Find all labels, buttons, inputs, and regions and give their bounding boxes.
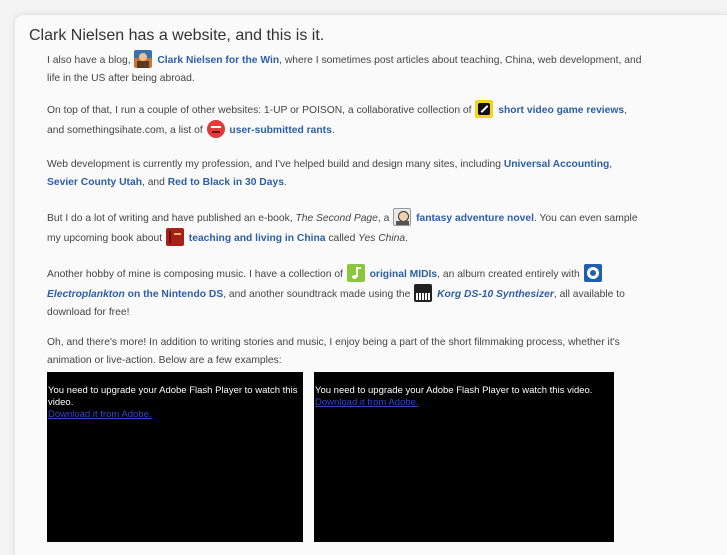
user-rants-link[interactable]: user-submitted rants bbox=[229, 125, 331, 136]
book-title-yes-china: Yes China bbox=[358, 233, 406, 244]
writing-paragraph: But I do a lot of writing and have publi… bbox=[47, 208, 642, 248]
blog-avatar-icon[interactable] bbox=[134, 50, 153, 68]
electroplankton-link[interactable]: Electroplankton on the Nintendo DS bbox=[47, 289, 223, 300]
sevier-county-link[interactable]: Sevier County Utah bbox=[47, 177, 142, 188]
teaching-china-link[interactable]: teaching and living in China bbox=[189, 233, 326, 244]
angry-face-icon[interactable] bbox=[206, 120, 225, 138]
portrait-icon[interactable] bbox=[393, 208, 412, 226]
web-development-paragraph: Web development is currently my professi… bbox=[47, 159, 613, 188]
keyboard-icon[interactable] bbox=[414, 284, 433, 302]
original-midis-link[interactable]: original MIDIs bbox=[370, 269, 438, 280]
filmmaking-paragraph: Oh, and there's more! In addition to wri… bbox=[47, 337, 620, 366]
korg-synthesizer-link[interactable]: Korg DS-10 Synthesizer bbox=[437, 289, 554, 300]
blog-paragraph: I also have a blog, Clark Nielsen for th… bbox=[47, 50, 642, 88]
universal-accounting-link[interactable]: Universal Accounting bbox=[504, 159, 609, 170]
red-to-black-link[interactable]: Red to Black in 30 Days bbox=[168, 177, 284, 188]
blog-link[interactable]: Clark Nielsen for the Win bbox=[157, 55, 279, 66]
music-paragraph: Another hobby of mine is composing music… bbox=[47, 264, 642, 322]
video-player-1[interactable]: You need to upgrade your Adobe Flash Pla… bbox=[47, 372, 303, 542]
flash-upgrade-message: You need to upgrade your Adobe Flash Pla… bbox=[48, 385, 298, 408]
video-player-2[interactable]: You need to upgrade your Adobe Flash Pla… bbox=[314, 372, 614, 542]
video-game-reviews-link[interactable]: short video game reviews bbox=[498, 105, 624, 116]
websites-paragraph: On top of that, I run a couple of other … bbox=[47, 100, 642, 140]
flash-upgrade-message: You need to upgrade your Adobe Flash Pla… bbox=[315, 385, 593, 396]
book-title: The Second Page bbox=[295, 213, 378, 224]
book-icon[interactable] bbox=[165, 228, 184, 246]
page-title: Clark Nielsen has a website, and this is… bbox=[29, 27, 325, 44]
download-flash-link[interactable]: Download it from Adobe. bbox=[315, 397, 419, 408]
fantasy-novel-link[interactable]: fantasy adventure novel bbox=[416, 213, 534, 224]
pencil-icon[interactable] bbox=[475, 100, 494, 118]
music-note-icon[interactable] bbox=[346, 264, 365, 282]
download-flash-link[interactable]: Download it from Adobe. bbox=[48, 409, 152, 420]
electroplankton-icon[interactable] bbox=[583, 264, 602, 282]
